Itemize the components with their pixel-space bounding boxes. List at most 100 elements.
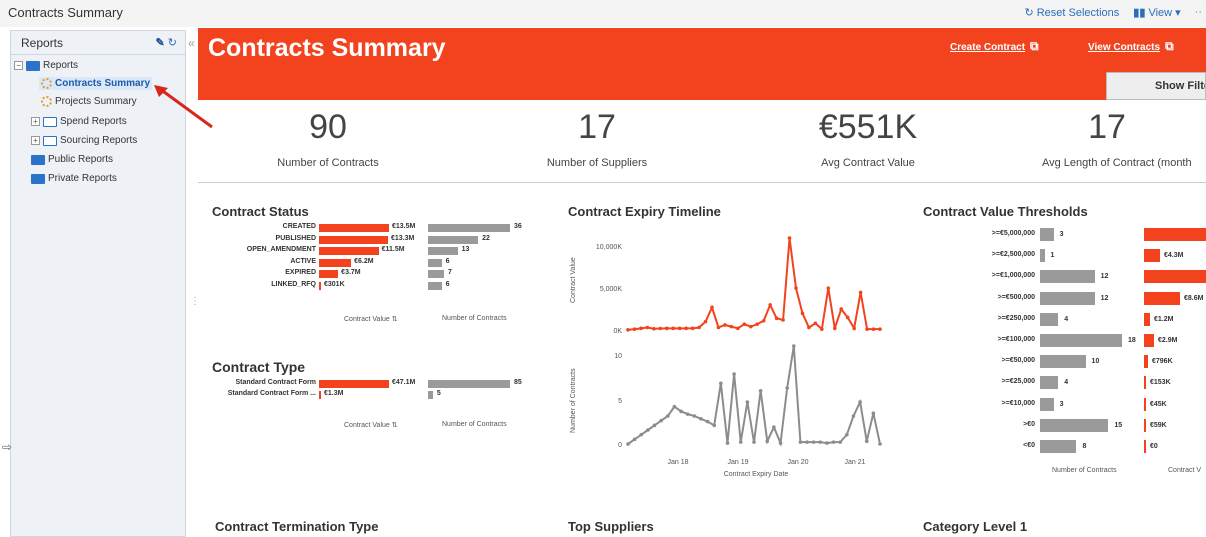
value-bar: [319, 258, 352, 267]
tree-item-reports[interactable]: − Reports: [14, 60, 78, 71]
data-point: [719, 381, 723, 386]
threshold-value-label: €4.3M: [1164, 252, 1184, 260]
data-point: [768, 303, 772, 307]
data-point: [692, 414, 697, 418]
resize-grip-icon[interactable]: ⋮: [190, 296, 200, 307]
tree-item-projects-summary[interactable]: Projects Summary: [41, 96, 137, 107]
kpi-value: €551K: [818, 108, 918, 146]
data-point: [871, 411, 876, 415]
external-link-icon: ⧉: [1030, 39, 1039, 53]
kpi-label: Avg Length of Contract (month: [1042, 157, 1192, 169]
sidebar-title: Reports: [21, 35, 64, 50]
data-point: [852, 326, 856, 331]
tree-item-label: Projects Summary: [55, 96, 137, 107]
value-bar: [319, 247, 379, 256]
y-tick-label: 10,000K: [596, 244, 622, 251]
tree-item-sourcing-reports[interactable]: + Sourcing Reports: [31, 135, 137, 146]
data-point: [865, 327, 869, 331]
kpi-number-of-contracts: 90 Number of Contracts: [198, 108, 458, 169]
data-point: [652, 326, 656, 331]
number-of-contracts-axis-caption: Number of Contracts: [442, 315, 507, 322]
count-bar: [428, 380, 510, 388]
bar-category-label: CREATED: [282, 223, 316, 230]
kpi-number-of-suppliers: 17 Number of Suppliers: [467, 108, 727, 169]
bar-category-label: EXPIRED: [285, 269, 316, 277]
edit-icon[interactable]: ✎: [156, 37, 165, 49]
data-point: [871, 327, 876, 331]
data-point: [671, 326, 676, 331]
data-point: [831, 440, 836, 444]
reset-selections-label: Reset Selections: [1036, 7, 1120, 19]
tree-item-contracts-summary[interactable]: Contracts Summary: [39, 77, 153, 90]
data-point: [858, 290, 863, 295]
count-bar-label: 5: [436, 390, 441, 397]
bar-category-label: OPEN_AMENDMENT: [246, 246, 316, 254]
data-point: [639, 326, 643, 331]
data-point: [781, 318, 785, 322]
data-point: [752, 440, 756, 444]
y-tick-label: 0: [618, 442, 622, 449]
top-suppliers-title: Top Suppliers: [568, 519, 654, 534]
threshold-count-label: 3: [1059, 231, 1064, 238]
tree-item-label: Sourcing Reports: [60, 135, 138, 146]
bar-category-label: Standard Contract Form: [235, 379, 316, 386]
data-point: [699, 417, 703, 421]
data-point: [626, 442, 630, 446]
threshold-count-label: 10: [1091, 358, 1100, 366]
threshold-category-label: >=€1,000,000: [991, 272, 1035, 280]
create-contract-link[interactable]: Create Contract ⧉: [950, 39, 1039, 54]
count-bar-label: 22: [482, 234, 490, 242]
create-contract-label: Create Contract: [950, 42, 1026, 53]
value-bar: [319, 380, 389, 388]
data-point: [787, 236, 792, 240]
count-bar: [428, 247, 458, 256]
tree-item-label: Contracts Summary: [55, 78, 151, 89]
kpi-value: 17: [578, 108, 616, 146]
kpi-value: 90: [309, 108, 347, 146]
contract-status-title: Contract Status: [212, 204, 309, 219]
x-tick-label: Jan 19: [727, 459, 748, 466]
top-bar: Contracts Summary ↻ Reset Selections ▮▮ …: [0, 0, 1206, 27]
count-bar-label: 36: [514, 223, 522, 230]
refresh-icon[interactable]: ↻: [168, 37, 177, 49]
contract-type-title: Contract Type: [212, 359, 306, 375]
threshold-value-bar: [1144, 312, 1150, 326]
data-point: [811, 440, 816, 444]
tree-item-public-reports[interactable]: Public Reports: [31, 154, 113, 165]
view-menu-button[interactable]: ▮▮ View ▾: [1133, 6, 1180, 19]
data-point: [665, 414, 670, 418]
more-menu-button[interactable]: ··: [1195, 6, 1202, 19]
view-contracts-link[interactable]: View Contracts ⧉: [1088, 39, 1174, 54]
contract-expiry-timeline-title: Contract Expiry Timeline: [568, 204, 721, 219]
data-point: [820, 327, 824, 331]
show-filters-button[interactable]: Show Filte: [1106, 72, 1206, 100]
expand-icon[interactable]: +: [31, 117, 40, 126]
data-point: [632, 437, 637, 442]
threshold-count-bar: [1040, 355, 1086, 369]
data-point: [639, 432, 644, 437]
threshold-value-bar: [1144, 249, 1160, 263]
contract-termination-type-title: Contract Termination Type: [215, 519, 379, 534]
expand-icon[interactable]: +: [31, 136, 40, 145]
data-point: [845, 315, 850, 320]
collapse-icon[interactable]: −: [14, 61, 23, 70]
reset-icon: ↻: [1024, 7, 1037, 19]
divider: [198, 182, 1206, 183]
threshold-count-label: 3: [1059, 400, 1064, 408]
mouse-cursor-icon: ⇨: [2, 440, 13, 454]
data-point: [818, 440, 823, 444]
count-bar: [428, 224, 510, 232]
tree-item-private-reports[interactable]: Private Reports: [31, 173, 117, 184]
bar-category-label: Standard Contract Form ...: [227, 390, 316, 397]
threshold-category-label: >=€25,000: [1001, 378, 1035, 386]
threshold-count-bar: [1040, 376, 1059, 390]
x-tick-label: Jan 20: [787, 459, 808, 466]
threshold-category-label: >€0: [1023, 420, 1035, 428]
folder-open-icon: [26, 60, 40, 71]
collapse-sidebar-icon[interactable]: «: [188, 36, 195, 50]
count-bar: [428, 258, 442, 267]
reset-selections-button[interactable]: ↻ Reset Selections: [1024, 6, 1119, 19]
tree-item-spend-reports[interactable]: + Spend Reports: [31, 116, 127, 127]
data-point: [736, 326, 740, 331]
view-menu-label: View: [1148, 7, 1173, 19]
